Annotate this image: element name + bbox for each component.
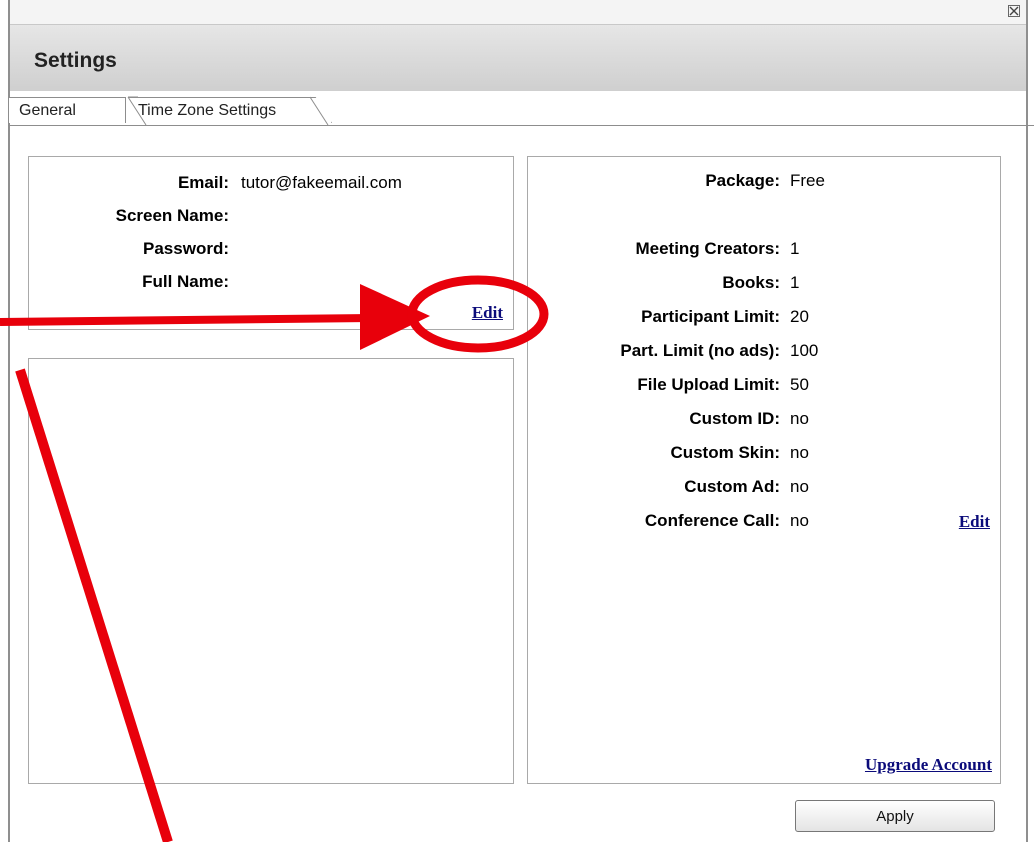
dialog-title-bar: Settings xyxy=(10,25,1026,91)
tab-underline xyxy=(8,125,1034,126)
apply-button[interactable]: Apply xyxy=(795,800,995,832)
password-label: Password: xyxy=(143,239,229,258)
custom-id-value: no xyxy=(790,409,809,428)
tab-time-zone-settings[interactable]: Time Zone Settings xyxy=(128,97,332,123)
package-value: Free xyxy=(790,171,825,190)
participant-limit-label: Participant Limit: xyxy=(641,307,780,326)
custom-id-label: Custom ID: xyxy=(689,409,780,428)
screen-name-label: Screen Name: xyxy=(115,206,229,225)
dialog-top-bar xyxy=(10,0,1026,25)
upgrade-account-link[interactable]: Upgrade Account xyxy=(865,755,992,775)
full-name-label: Full Name: xyxy=(142,272,229,291)
books-value: 1 xyxy=(790,273,800,292)
file-upload-limit-value: 50 xyxy=(790,375,809,394)
close-icon[interactable] xyxy=(1008,5,1020,17)
tab-bar: General Time Zone Settings xyxy=(8,97,1034,125)
empty-panel xyxy=(28,358,514,784)
custom-ad-label: Custom Ad: xyxy=(684,477,780,496)
conference-call-value: no xyxy=(790,511,809,530)
email-row: Email: tutor@fakeemail.com xyxy=(29,173,515,195)
dialog-title: Settings xyxy=(34,49,117,72)
part-limit-no-ads-label: Part. Limit (no ads): xyxy=(620,341,780,360)
password-row: Password: xyxy=(29,239,515,261)
account-info-panel: Email: tutor@fakeemail.com Screen Name: … xyxy=(28,156,514,330)
meeting-creators-value: 1 xyxy=(790,239,800,258)
conference-call-label: Conference Call: xyxy=(644,511,780,530)
books-label: Books: xyxy=(722,273,780,292)
participant-limit-value: 20 xyxy=(790,307,809,326)
package-info-panel: Package: Free Meeting Creators: 1 Books:… xyxy=(527,156,1001,784)
tab-general[interactable]: General xyxy=(8,97,126,123)
custom-skin-value: no xyxy=(790,443,809,462)
part-limit-no-ads-value: 100 xyxy=(790,341,819,360)
account-edit-link[interactable]: Edit xyxy=(472,303,503,323)
full-name-row: Full Name: xyxy=(29,272,515,294)
custom-skin-label: Custom Skin: xyxy=(670,443,780,462)
screen-name-row: Screen Name: xyxy=(29,206,515,228)
package-label: Package: xyxy=(705,171,780,190)
email-value: tutor@fakeemail.com xyxy=(241,173,402,192)
file-upload-limit-label: File Upload Limit: xyxy=(637,375,780,394)
email-label: Email: xyxy=(177,173,229,192)
package-edit-link[interactable]: Edit xyxy=(959,512,990,532)
custom-ad-value: no xyxy=(790,477,809,496)
meeting-creators-label: Meeting Creators: xyxy=(635,239,780,258)
